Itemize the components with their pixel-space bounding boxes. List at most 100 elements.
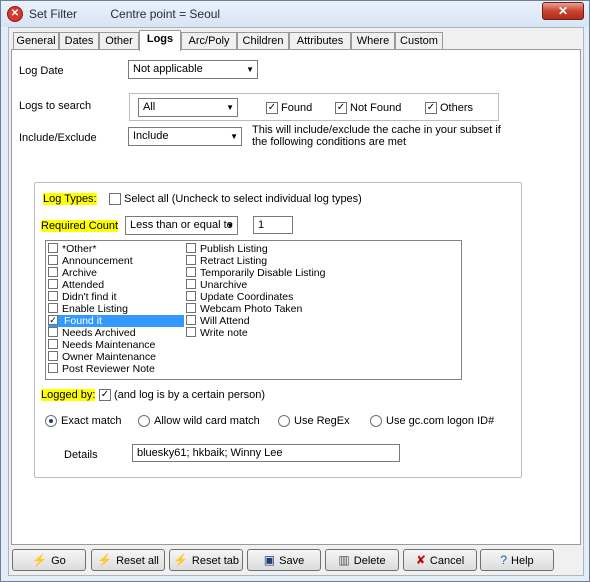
help-button[interactable]: ? Help [480,549,554,571]
log-type-checkbox[interactable] [48,327,58,337]
chevron-down-icon: ▼ [230,132,238,141]
list-item-found-it[interactable]: ✓ Found it [48,315,184,327]
exact-match-radio[interactable] [45,415,57,427]
logged-by-label: Logged by: [41,389,96,401]
log-type-checkbox[interactable] [48,267,58,277]
log-type-checkbox[interactable] [48,255,58,265]
log-type-checkbox[interactable] [48,339,58,349]
log-type-checkbox[interactable] [186,255,196,265]
logged-by-note: (and log is by a certain person) [114,389,266,401]
log-type-checkbox[interactable] [186,315,196,325]
reset-all-button[interactable]: ⚡ Reset all [91,549,165,571]
others-label: Others [440,102,474,114]
trash-can-icon: ▥ [338,553,350,567]
log-type-checkbox[interactable] [48,243,58,253]
logged-by-checkbox[interactable]: ✓ [99,389,111,401]
log-type-checkbox[interactable] [48,291,58,301]
include-note-line2: the following conditions are met [252,136,407,148]
include-exclude-select[interactable]: Include ▼ [128,127,242,146]
list-item[interactable]: Owner Maintenance [48,351,156,363]
list-item[interactable]: Write note [186,327,248,339]
required-count-operator-select[interactable]: Less than or equal to ▼ [125,216,238,235]
exact-match-label: Exact match [61,415,122,427]
list-item[interactable]: Enable Listing [48,303,128,315]
log-type-checkbox[interactable] [48,303,58,313]
list-item[interactable]: Temporarily Disable Listing [186,267,325,279]
logs-to-search-label: Logs to search [19,100,92,112]
not-found-checkbox[interactable]: ✓ [335,102,347,114]
reset-tab-button[interactable]: ⚡ Reset tab [169,549,243,571]
logon-id-radio[interactable] [370,415,382,427]
lightning-icon: ⚡ [32,553,48,567]
log-type-checkbox[interactable] [48,351,58,361]
list-item[interactable]: Announcement [48,255,133,267]
chevron-down-icon: ▼ [246,65,254,74]
log-type-checkbox[interactable] [186,243,196,253]
details-input[interactable]: bluesky61; hkbaik; Winny Lee [132,444,400,462]
log-type-checkbox[interactable] [186,291,196,301]
tab-other[interactable]: Other [99,32,139,50]
log-type-checkbox[interactable]: ✓ [48,315,58,325]
regex-label: Use RegEx [294,415,350,427]
log-types-label: Log Types: [43,193,97,205]
save-button[interactable]: ▣ Save [247,549,321,571]
details-label: Details [64,449,98,461]
close-icon[interactable]: ✕ [542,2,584,20]
log-type-checkbox[interactable] [186,303,196,313]
tab-attributes[interactable]: Attributes [289,32,351,50]
others-checkbox[interactable]: ✓ [425,102,437,114]
logs-tab-page: Log Date Not applicable ▼ Logs to search … [11,49,581,545]
list-item[interactable]: *Other* [48,243,96,255]
go-button[interactable]: ⚡ Go [12,549,86,571]
lightning-icon: ⚡ [97,553,113,567]
log-date-select[interactable]: Not applicable ▼ [128,60,258,79]
regex-radio[interactable] [278,415,290,427]
tab-arc-poly[interactable]: Arc/Poly [181,32,237,50]
list-item[interactable]: Post Reviewer Note [48,363,155,375]
tab-where[interactable]: Where [351,32,395,50]
required-count-label: Required Count [41,220,119,232]
list-item[interactable]: Publish Listing [186,243,268,255]
tab-children[interactable]: Children [237,32,289,50]
required-count-input[interactable]: 1 [253,216,293,234]
list-item[interactable]: Needs Archived [48,327,136,339]
chevron-down-icon: ▼ [226,221,234,230]
not-found-label: Not Found [350,102,402,114]
list-item[interactable]: Will Attend [186,315,250,327]
log-type-checkbox[interactable] [186,279,196,289]
list-item[interactable]: Unarchive [186,279,247,291]
floppy-disk-icon: ▣ [263,553,276,567]
wildcard-match-radio[interactable] [138,415,150,427]
tab-general[interactable]: General [13,32,59,50]
list-item[interactable]: Update Coordinates [186,291,293,303]
include-exclude-label: Include/Exclude [19,132,97,144]
list-item[interactable]: Needs Maintenance [48,339,155,351]
log-type-checkbox[interactable] [48,279,58,289]
list-item[interactable]: Attended [48,279,104,291]
list-item[interactable]: Retract Listing [186,255,267,267]
red-x-icon: ✘ [415,553,426,567]
dialog-client-area: General Dates Other Logs Arc/Poly Childr… [8,27,584,576]
wildcard-match-label: Allow wild card match [154,415,260,427]
log-types-group: Log Types: Select all (Uncheck to select… [34,182,522,478]
window-title: Set Filter Centre point = Seoul [29,7,221,21]
log-type-checkbox[interactable] [186,327,196,337]
lightning-icon: ⚡ [172,553,188,567]
list-item[interactable]: Didn't find it [48,291,117,303]
tab-dates[interactable]: Dates [59,32,99,50]
log-type-checkbox[interactable] [48,363,58,373]
found-checkbox[interactable]: ✓ [266,102,278,114]
select-all-checkbox[interactable] [109,193,121,205]
log-type-checkbox[interactable] [186,267,196,277]
select-all-label: Select all (Uncheck to select individual… [124,193,362,205]
list-item[interactable]: Archive [48,267,97,279]
cancel-button[interactable]: ✘ Cancel [403,549,477,571]
list-item[interactable]: Webcam Photo Taken [186,303,302,315]
logs-to-search-select[interactable]: All ▼ [138,98,238,117]
delete-button[interactable]: ▥ Delete [325,549,399,571]
tab-custom[interactable]: Custom [395,32,443,50]
found-label: Found [281,102,313,114]
radio-selected-dot [49,419,53,423]
tab-logs[interactable]: Logs [139,30,181,51]
title-bar[interactable]: ✕ Set Filter Centre point = Seoul ✕ [1,1,589,27]
